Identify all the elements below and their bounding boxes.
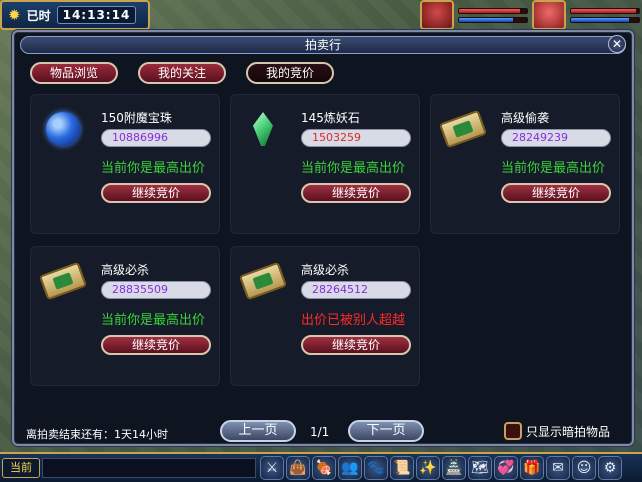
- skill-book-icon[interactable]: [238, 259, 288, 303]
- blind-auction-checkbox[interactable]: [504, 422, 522, 440]
- close-icon[interactable]: ✕: [608, 35, 626, 53]
- bid-item-card: 150附魔宝珠 10886996 当前你是最高出价 继续竞价: [30, 94, 220, 234]
- bid-status: 出价已被别人超越: [301, 313, 406, 328]
- tab-my-watchlist[interactable]: 我的关注: [138, 62, 226, 84]
- emote-icon[interactable]: ☺: [572, 456, 596, 480]
- gift-icon[interactable]: 🎁: [520, 456, 544, 480]
- skill-icon[interactable]: ✨: [416, 456, 440, 480]
- clock-label: 已时: [26, 8, 51, 23]
- page-indicator: 1/1: [310, 425, 330, 439]
- continue-bid-button[interactable]: 继续竞价: [501, 183, 611, 203]
- game-clock: ✹ 已时 14:13:14: [0, 0, 150, 30]
- mail-icon[interactable]: ✉: [546, 456, 570, 480]
- continue-bid-button[interactable]: 继续竞价: [301, 335, 411, 355]
- bag-icon[interactable]: 👜: [286, 456, 310, 480]
- player-mp-bar: [570, 16, 640, 23]
- continue-bid-button[interactable]: 继续竞价: [101, 335, 211, 355]
- tab-my-bids[interactable]: 我的竞价: [246, 62, 334, 84]
- tab-bar: 物品浏览 我的关注 我的竞价: [30, 62, 334, 84]
- item-price: 28264512: [301, 281, 411, 299]
- continue-bid-button[interactable]: 继续竞价: [301, 183, 411, 203]
- bid-status: 当前你是最高出价: [501, 161, 606, 176]
- player-bars: [570, 0, 640, 30]
- bid-item-card: 高级必杀 28835509 当前你是最高出价 继续竞价: [30, 246, 220, 386]
- auction-time-remaining: 离拍卖结束还有：1天14小时: [26, 428, 168, 441]
- guild-icon[interactable]: 🏯: [442, 456, 466, 480]
- auction-window: 拍卖行 ✕ 物品浏览 我的关注 我的竞价 150附魔宝珠 10886996 当前…: [12, 30, 634, 446]
- blind-auction-filter[interactable]: 只显示暗拍物品: [504, 422, 610, 440]
- sword-icon[interactable]: ⚔: [260, 456, 284, 480]
- map-icon[interactable]: 🗺: [468, 456, 492, 480]
- window-title: 拍卖行: [20, 36, 626, 54]
- green-gem-icon[interactable]: [241, 107, 285, 151]
- system-icon[interactable]: ⚙: [598, 456, 622, 480]
- item-name: 高级必杀: [101, 263, 150, 277]
- skill-book-icon[interactable]: [38, 259, 88, 303]
- item-name: 145炼妖石: [301, 111, 360, 125]
- friends-icon[interactable]: 💞: [494, 456, 518, 480]
- bid-status: 当前你是最高出价: [301, 161, 406, 176]
- item-price: 28835509: [101, 281, 211, 299]
- food-icon[interactable]: 🍖: [312, 456, 336, 480]
- bid-item-card: 高级偷袭 28249239 当前你是最高出价 继续竞价: [430, 94, 620, 234]
- item-name: 150附魔宝珠: [101, 111, 172, 125]
- player-hp-bar: [570, 7, 640, 14]
- pet-bars: [458, 0, 528, 30]
- item-price: 10886996: [101, 129, 211, 147]
- tab-browse-items[interactable]: 物品浏览: [30, 62, 118, 84]
- item-price: 28249239: [501, 129, 611, 147]
- continue-bid-button[interactable]: 继续竞价: [101, 183, 211, 203]
- clock-time: 14:13:14: [56, 6, 137, 24]
- player-portrait[interactable]: [532, 0, 566, 30]
- blind-auction-label: 只显示暗拍物品: [526, 424, 611, 439]
- chat-input[interactable]: [42, 458, 256, 478]
- quest-icon[interactable]: 📜: [390, 456, 414, 480]
- bottom-toolbar: 当前 ⚔ 👜 🍖 👥 🐾 📜 ✨ 🏯 🗺 💞 🎁 ✉ ☺ ⚙: [0, 452, 642, 482]
- pet-mp-bar: [458, 16, 528, 23]
- pet-portrait[interactable]: [420, 0, 454, 30]
- bid-item-card: 145炼妖石 1503259 当前你是最高出价 继续竞价: [230, 94, 420, 234]
- team-icon[interactable]: 👥: [338, 456, 362, 480]
- player-status-hud: [420, 0, 642, 30]
- chat-channel-button[interactable]: 当前: [2, 458, 40, 478]
- quick-bar: ⚔ 👜 🍖 👥 🐾 📜 ✨ 🏯 🗺 💞 🎁 ✉ ☺ ⚙: [260, 456, 622, 480]
- next-page-button[interactable]: 下一页: [348, 420, 424, 442]
- sun-icon: ✹: [8, 6, 21, 24]
- bid-item-card: 高级必杀 28264512 出价已被别人超越 继续竞价: [230, 246, 420, 386]
- blue-orb-icon[interactable]: [41, 107, 85, 151]
- pet-icon[interactable]: 🐾: [364, 456, 388, 480]
- bid-status: 当前你是最高出价: [101, 161, 206, 176]
- skill-book-icon[interactable]: [438, 107, 488, 151]
- item-name: 高级必杀: [301, 263, 350, 277]
- prev-page-button[interactable]: 上一页: [220, 420, 296, 442]
- item-price: 1503259: [301, 129, 411, 147]
- pet-hp-bar: [458, 7, 528, 14]
- bid-status: 当前你是最高出价: [101, 313, 206, 328]
- item-name: 高级偷袭: [501, 111, 550, 125]
